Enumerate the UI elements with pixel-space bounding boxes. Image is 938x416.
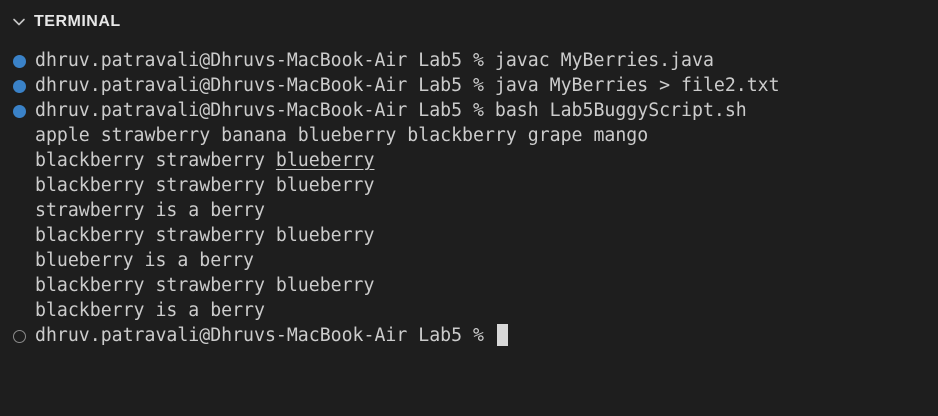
prompt-text: dhruv.patravali@Dhruvs-MacBook-Air Lab5 … bbox=[35, 325, 495, 346]
output-line: blackberry is a berry bbox=[35, 300, 265, 321]
terminal-panel: TERMINAL dhruv.patravali@Dhruvs-MacBook-… bbox=[0, 0, 938, 416]
prompt-line[interactable]: dhruv.patravali@Dhruvs-MacBook-Air Lab5 … bbox=[35, 323, 508, 348]
command-line: dhruv.patravali@Dhruvs-MacBook-Air Lab5 … bbox=[35, 50, 714, 71]
command-pending-decoration-icon[interactable] bbox=[13, 330, 26, 343]
output-line: blackberry strawberry blueberry bbox=[35, 275, 375, 296]
command-success-decoration-icon[interactable] bbox=[13, 80, 26, 93]
output-line: blackberry strawberry blueberry bbox=[35, 225, 375, 246]
terminal-output[interactable]: dhruv.patravali@Dhruvs-MacBook-Air Lab5 … bbox=[0, 44, 938, 416]
output-line: blueberry is a berry bbox=[35, 250, 254, 271]
panel-title: TERMINAL bbox=[34, 13, 121, 30]
underlined-link-text[interactable]: blueberry bbox=[276, 150, 375, 171]
chevron-down-icon[interactable] bbox=[12, 15, 26, 29]
command-success-decoration-icon[interactable] bbox=[13, 55, 26, 68]
output-line: apple strawberry banana blueberry blackb… bbox=[35, 125, 649, 146]
output-line: blackberry strawberry blueberry bbox=[35, 148, 374, 173]
command-success-decoration-icon[interactable] bbox=[13, 105, 26, 118]
terminal-cursor bbox=[496, 324, 508, 346]
command-line: dhruv.patravali@Dhruvs-MacBook-Air Lab5 … bbox=[35, 75, 780, 96]
output-text: blackberry strawberry bbox=[35, 150, 276, 171]
terminal-panel-header[interactable]: TERMINAL bbox=[0, 0, 938, 44]
command-line: dhruv.patravali@Dhruvs-MacBook-Air Lab5 … bbox=[35, 100, 747, 121]
output-line: strawberry is a berry bbox=[35, 200, 265, 221]
output-line: blackberry strawberry blueberry bbox=[35, 175, 375, 196]
